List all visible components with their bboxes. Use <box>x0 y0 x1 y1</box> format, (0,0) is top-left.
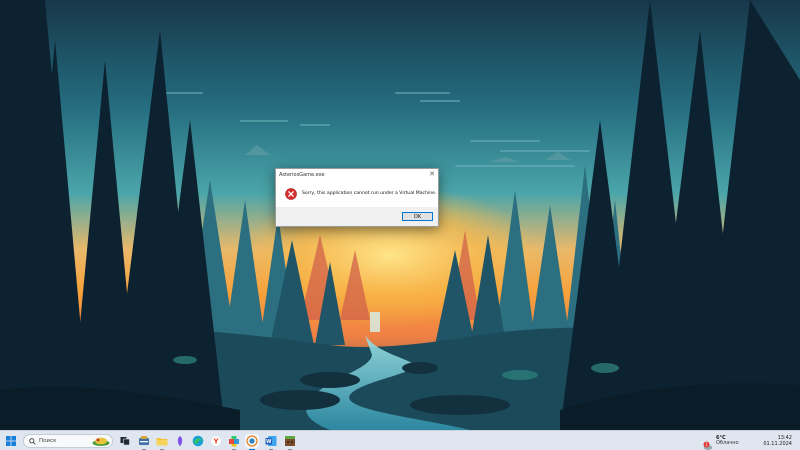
dialog-titlebar[interactable]: AsteriosGame.exe ✕ <box>276 169 438 180</box>
ok-button[interactable]: OK <box>402 212 433 221</box>
taskbar-app-1[interactable] <box>137 434 151 450</box>
taskbar-game-app-active[interactable] <box>245 434 259 450</box>
edge-icon <box>192 435 204 447</box>
svg-text:Y: Y <box>212 438 219 446</box>
taskbar-word[interactable]: W <box>264 434 278 450</box>
error-dialog: AsteriosGame.exe ✕ Sorry, this applicati… <box>275 168 439 227</box>
yandex-icon: Y <box>210 435 222 447</box>
word-icon: W <box>265 436 277 446</box>
taskbar-puzzle-app[interactable] <box>227 434 241 450</box>
dialog-title: AsteriosGame.exe <box>279 171 325 178</box>
taskbar-feather-app[interactable] <box>173 434 187 448</box>
dialog-footer: OK <box>276 207 438 226</box>
taskbar-search-input[interactable]: Поиск <box>23 434 113 448</box>
weather-condition: Облачно <box>716 440 739 446</box>
cloud-icon: 1 <box>703 441 713 450</box>
taskbar-file-explorer[interactable] <box>155 434 169 450</box>
dialog-message: Sorry, this application cannot run under… <box>302 191 437 196</box>
clock-date: 01.11.2024 <box>763 441 792 447</box>
weather-badge-count: 1 <box>705 442 708 447</box>
dialog-body: Sorry, this application cannot run under… <box>276 180 438 207</box>
task-view-button[interactable] <box>118 434 132 448</box>
blocks-app-icon <box>285 436 295 446</box>
start-button[interactable] <box>3 431 19 450</box>
taskbar-blocks-app[interactable] <box>283 434 297 450</box>
svg-text:W: W <box>266 439 272 445</box>
task-view-icon <box>120 437 130 446</box>
taskbar-yandex[interactable]: Y <box>209 434 223 448</box>
search-highlight-icon <box>92 437 110 446</box>
taskbar-edge[interactable] <box>191 434 205 448</box>
system-clock[interactable]: 13:42 01.11.2024 <box>763 431 792 450</box>
weather-widget[interactable]: 1 6°C Облачно <box>703 431 739 450</box>
file-explorer-icon <box>156 438 168 446</box>
puzzle-app-icon <box>229 436 239 447</box>
error-icon <box>285 187 297 200</box>
game-app-icon <box>246 435 258 447</box>
search-placeholder: Поиск <box>39 438 57 444</box>
feather-app-icon <box>177 436 183 446</box>
app-icon <box>139 436 149 445</box>
taskbar: Поиск Y W 1 6°C Облачно 13:42 01.11.2024 <box>0 430 800 450</box>
search-icon <box>29 437 36 445</box>
weather-badge: 1 <box>703 436 713 450</box>
close-icon[interactable]: ✕ <box>429 171 435 178</box>
windows-start-icon <box>6 436 16 446</box>
